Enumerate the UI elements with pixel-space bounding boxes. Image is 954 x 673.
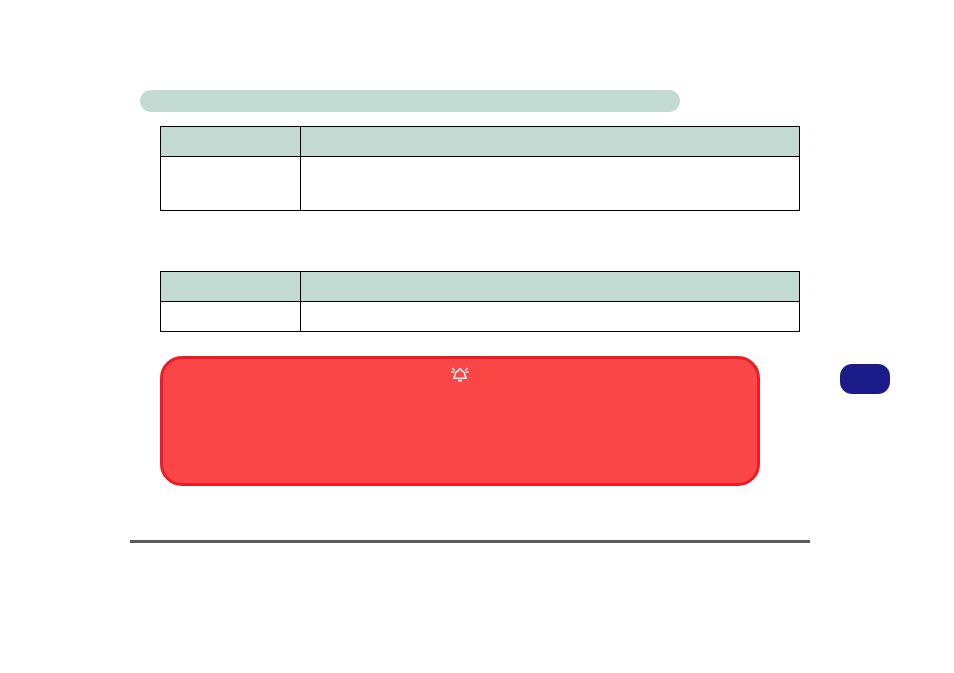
- spacer: [140, 211, 800, 271]
- table-2: [160, 271, 800, 332]
- bell-icon: [450, 365, 470, 385]
- table-1-header-1: [161, 127, 301, 157]
- table-2-cell-2: [300, 302, 799, 332]
- table-row: [161, 272, 800, 302]
- table-1: [160, 126, 800, 211]
- table-row: [161, 302, 800, 332]
- side-tab-button[interactable]: [840, 364, 890, 394]
- table-1-header-2: [300, 127, 799, 157]
- table-row: [161, 157, 800, 211]
- table-row: [161, 127, 800, 157]
- table-2-header-2: [300, 272, 799, 302]
- table-2-header-1: [161, 272, 301, 302]
- horizontal-rule: [130, 540, 810, 543]
- document-content: [140, 90, 800, 543]
- alert-box: [160, 356, 760, 486]
- table-2-cell-1: [161, 302, 301, 332]
- table-1-cell-1: [161, 157, 301, 211]
- section-title-bar: [140, 90, 680, 112]
- spacer: [140, 332, 800, 356]
- table-1-cell-2: [300, 157, 799, 211]
